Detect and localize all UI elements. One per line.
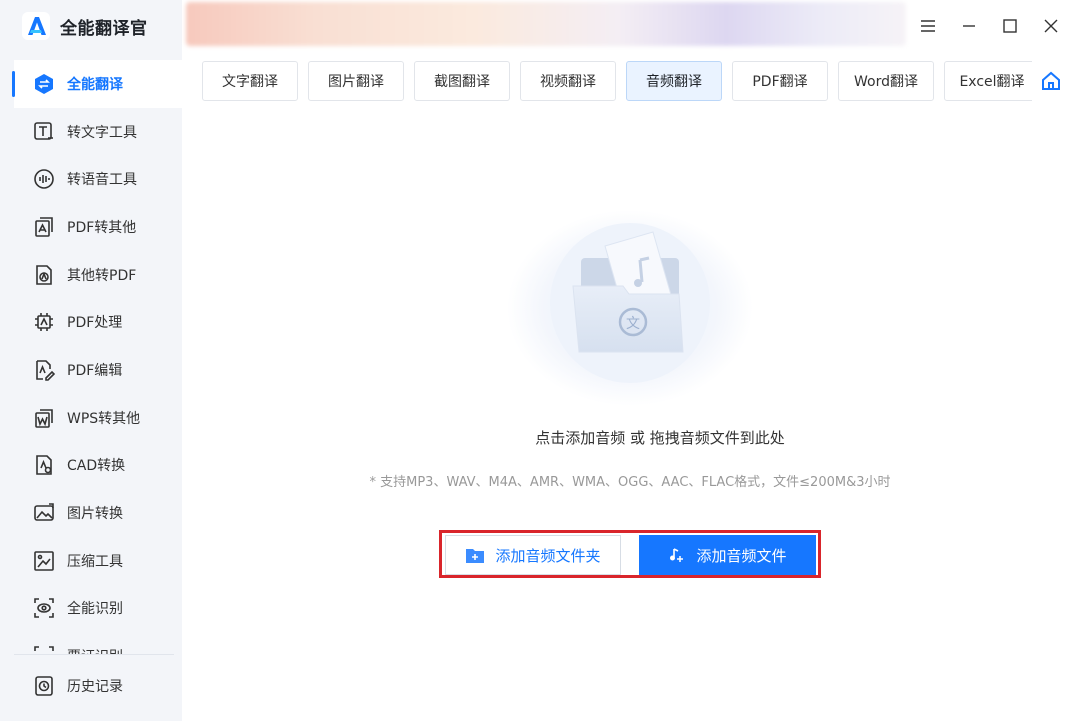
sidebar-item-label: PDF编辑 bbox=[67, 362, 123, 379]
sidebar-item-label: 全能翻译 bbox=[67, 76, 123, 93]
tab-0[interactable]: 文字翻译 bbox=[202, 61, 298, 101]
cad-icon bbox=[33, 454, 55, 476]
sidebar-item-history[interactable]: 历史记录 bbox=[0, 662, 182, 710]
sidebar-item-label: 历史记录 bbox=[67, 679, 123, 695]
sidebar-item-label: 图片转换 bbox=[67, 506, 123, 523]
sidebar-item-3[interactable]: PDF转其他 bbox=[0, 203, 182, 251]
drop-hint: 点击添加音频 或 拖拽音频文件到此处 bbox=[535, 429, 785, 447]
music-add-icon bbox=[670, 548, 684, 562]
sidebar-item-label: 票证识别 bbox=[67, 646, 123, 654]
sidebar-item-label: PDF转其他 bbox=[67, 219, 137, 236]
sidebar-item-12[interactable]: 票证识别 bbox=[0, 632, 182, 654]
window-controls bbox=[907, 8, 1071, 44]
pdf-import-icon bbox=[33, 264, 55, 286]
compress-icon bbox=[33, 550, 55, 572]
sidebar-nav: 全能翻译转文字工具转语音工具 PDF转其他 其他转PDF PDF处理 PDF编辑 WPS转… bbox=[0, 60, 182, 654]
pdf-process-icon bbox=[33, 311, 55, 333]
tab-5[interactable]: PDF翻译 bbox=[732, 61, 828, 101]
sidebar-item-6[interactable]: PDF编辑 bbox=[0, 346, 182, 394]
close-icon bbox=[1044, 19, 1057, 33]
minimize-icon bbox=[962, 25, 975, 27]
add-audio-file-button[interactable]: 添加音频文件 bbox=[639, 535, 816, 575]
brand: 全能翻译官 bbox=[0, 0, 182, 52]
sidebar-item-label: 其他转PDF bbox=[67, 267, 137, 284]
voice-icon bbox=[33, 168, 55, 190]
sidebar-item-label: 压缩工具 bbox=[67, 553, 123, 570]
sidebar-item-label: 转语音工具 bbox=[67, 172, 137, 189]
tab-7[interactable]: Excel翻译 bbox=[944, 61, 1032, 101]
text-convert-icon bbox=[33, 121, 55, 143]
sidebar-item-11[interactable]: 全能识别 bbox=[0, 585, 182, 633]
sidebar-item-8[interactable]: CAD转换 bbox=[0, 442, 182, 490]
menu-icon bbox=[920, 20, 935, 32]
sidebar-item-9[interactable]: 图片转换 bbox=[0, 489, 182, 537]
menu-button[interactable] bbox=[907, 8, 948, 44]
add-folder-icon bbox=[466, 549, 485, 563]
pdf-export-icon bbox=[33, 216, 55, 238]
app-title: 全能翻译官 bbox=[60, 18, 148, 39]
upload-folder-illustration: 文 bbox=[507, 210, 753, 406]
add-audio-folder-label: 添加音频文件夹 bbox=[495, 546, 601, 565]
pdf-edit-icon bbox=[33, 359, 55, 381]
sidebar-item-10[interactable]: 压缩工具 bbox=[0, 537, 182, 585]
sidebar-item-label: 转文字工具 bbox=[67, 124, 137, 141]
sidebar-item-label: WPS转其他 bbox=[67, 410, 141, 427]
tab-2[interactable]: 截图翻译 bbox=[414, 61, 510, 101]
add-audio-folder-button[interactable]: 添加音频文件夹 bbox=[445, 535, 621, 575]
tab-6[interactable]: Word翻译 bbox=[838, 61, 934, 101]
recognize-icon bbox=[33, 597, 55, 619]
add-audio-file-label: 添加音频文件 bbox=[696, 546, 787, 565]
tab-3[interactable]: 视频翻译 bbox=[520, 61, 616, 101]
sidebar-item-5[interactable]: PDF处理 bbox=[0, 298, 182, 346]
tab-1[interactable]: 图片翻译 bbox=[308, 61, 404, 101]
history-icon bbox=[33, 675, 55, 697]
sidebar-item-4[interactable]: 其他转PDF bbox=[0, 251, 182, 299]
sidebar: 全能翻译官 全能翻译转文字工具转语音工具 PDF转其他 其他转PDF PDF处理 PDF… bbox=[0, 0, 182, 721]
image-convert-icon bbox=[33, 502, 55, 524]
app-logo-icon bbox=[22, 12, 50, 40]
maximize-button[interactable] bbox=[989, 8, 1030, 44]
minimize-button[interactable] bbox=[948, 8, 989, 44]
sidebar-item-1[interactable]: 转文字工具 bbox=[0, 108, 182, 156]
sidebar-item-0[interactable]: 全能翻译 bbox=[12, 60, 182, 108]
top-banner-ad[interactable] bbox=[186, 2, 906, 46]
sidebar-item-label: CAD转换 bbox=[67, 458, 126, 475]
scan-icon bbox=[33, 645, 55, 654]
sidebar-item-label: PDF处理 bbox=[67, 315, 123, 332]
translate-tabs: 文字翻译 图片翻译 截图翻译 视频翻译 音频翻译 PDF翻译 Word翻译 Excel翻译 bbox=[202, 61, 1032, 101]
maximize-icon bbox=[1002, 19, 1017, 33]
wps-icon bbox=[33, 407, 55, 429]
home-button[interactable] bbox=[1038, 68, 1064, 94]
tab-4[interactable]: 音频翻译 bbox=[626, 61, 722, 101]
translate-swap-icon bbox=[33, 73, 55, 95]
sidebar-divider bbox=[14, 654, 174, 655]
sidebar-item-label: 全能识别 bbox=[67, 601, 123, 618]
sidebar-item-2[interactable]: 转语音工具 bbox=[0, 155, 182, 203]
close-button[interactable] bbox=[1030, 8, 1071, 44]
svg-text:文: 文 bbox=[626, 316, 640, 332]
supported-formats-note: * 支持MP3、WAV、M4A、AMR、WMA、OGG、AAC、FLAC格式，文… bbox=[369, 475, 891, 490]
home-icon bbox=[1042, 71, 1060, 90]
sidebar-item-7[interactable]: WPS转其他 bbox=[0, 394, 182, 442]
